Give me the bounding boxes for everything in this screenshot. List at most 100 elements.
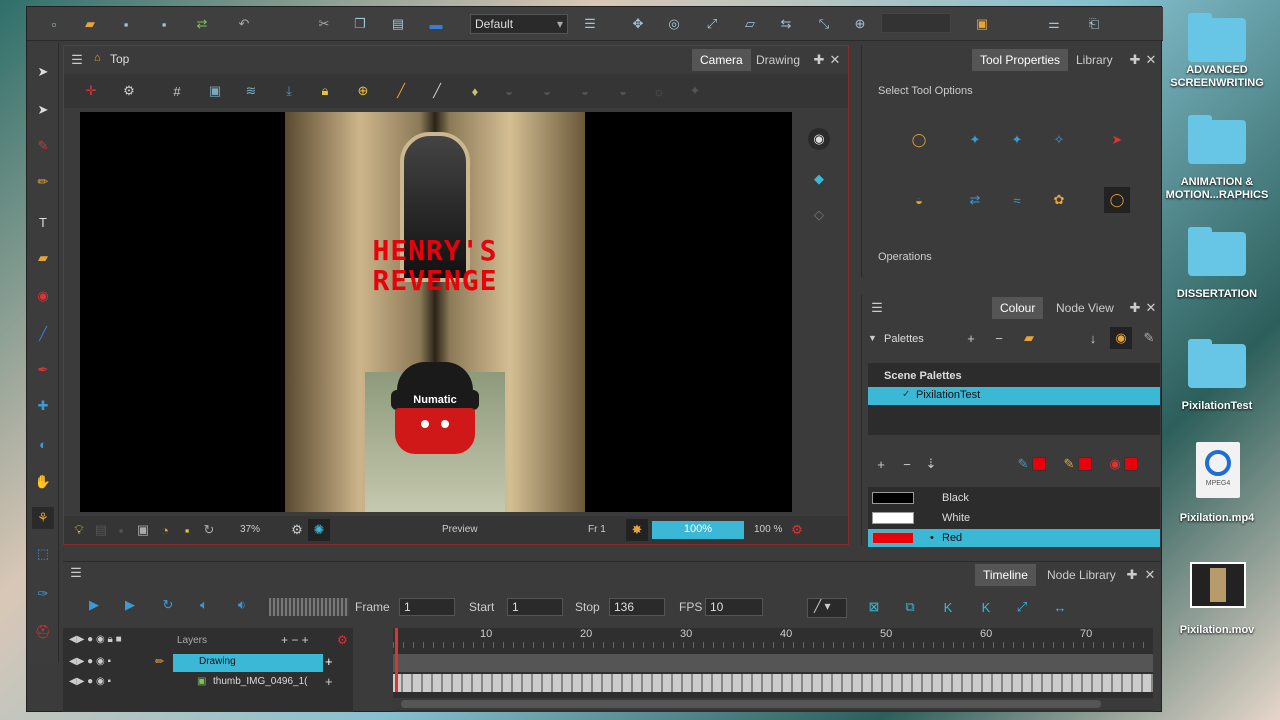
kf-remove-icon[interactable]: K xyxy=(975,596,997,618)
transform-icon[interactable]: ✥ xyxy=(627,13,649,35)
onion-skin-icon[interactable]: ≋ xyxy=(240,80,262,102)
stroke-line-icon[interactable]: ╱ xyxy=(426,80,448,102)
unlock-icon[interactable]: ⊕ xyxy=(352,80,374,102)
camera-mask-icon[interactable]: ▣ xyxy=(132,519,154,541)
brush-mode-icon[interactable]: ◯ xyxy=(1104,187,1130,213)
desktop-item-pixilation-mov[interactable]: Pixilation.mov xyxy=(1162,624,1272,637)
zoom-tool-icon[interactable]: ◐ xyxy=(32,433,54,455)
colour-row-black[interactable]: Black xyxy=(868,489,1160,507)
scale-icon[interactable]: ⤢ xyxy=(701,13,723,35)
frame-ruler[interactable]: 10 20 30 40 50 60 70 xyxy=(393,628,1153,648)
menu-icon[interactable]: ☰ xyxy=(866,297,888,319)
text-icon[interactable]: T xyxy=(32,211,54,233)
paint-bucket-icon[interactable]: ♦ xyxy=(464,80,486,102)
colour-row-white[interactable]: White xyxy=(868,509,1160,527)
folder-icon[interactable] xyxy=(1188,115,1246,164)
collapse-triangle-icon[interactable]: ▼ xyxy=(868,333,877,343)
settings-gear-icon[interactable]: ⚙ xyxy=(118,80,140,102)
pencil-icon[interactable]: ✏ xyxy=(32,171,54,193)
start-input[interactable]: 1 xyxy=(507,598,563,616)
mpeg4-file-icon[interactable]: MPEG4 xyxy=(1196,442,1240,498)
lock-small-icon[interactable]: ▪ xyxy=(176,519,198,541)
reset-rotation-icon[interactable]: ↻ xyxy=(198,519,220,541)
motion-icon[interactable]: ⇆ xyxy=(775,13,797,35)
bone-icon[interactable]: ⛑ xyxy=(32,621,54,643)
brush-colour-icon[interactable]: ✎ xyxy=(1058,453,1080,475)
reset-view-icon[interactable]: ✛ xyxy=(80,80,102,102)
layer-row-drawing[interactable]: ◀▶ ● ◉ ▪ ✏ Drawing + xyxy=(63,654,353,672)
eraser-icon[interactable]: ▰ xyxy=(32,247,54,269)
remove-palette-icon[interactable]: − xyxy=(988,327,1010,349)
snap-point-icon[interactable]: ✦ xyxy=(1006,129,1028,151)
apply-all-icon[interactable]: ◒ xyxy=(908,189,930,211)
select-arrow-icon[interactable]: ➤ xyxy=(32,61,54,83)
pencil-colour-icon[interactable]: ✎ xyxy=(1012,453,1034,475)
workspace-manager-icon[interactable]: ☰ xyxy=(579,13,601,35)
export-icon[interactable]: ⎗ xyxy=(1083,13,1105,35)
desktop-item-animation[interactable]: ANIMATION & MOTION...RAPHICS xyxy=(1162,176,1272,202)
kf-icon[interactable]: K xyxy=(937,596,959,618)
pencil-line-icon[interactable]: ╱ xyxy=(390,80,412,102)
copy-icon[interactable]: ❐ xyxy=(349,13,371,35)
palette-edit-icon[interactable]: ✎ xyxy=(1138,327,1160,349)
eye-icon[interactable]: ◉ xyxy=(808,128,830,150)
close-icon[interactable]: ✕ xyxy=(1140,297,1162,319)
lock-icon[interactable]: 🔒︎ xyxy=(314,80,336,102)
rotate-icon[interactable]: ◎ xyxy=(663,13,685,35)
tab-library[interactable]: Library xyxy=(1068,49,1121,71)
grid-icon[interactable]: # xyxy=(166,80,188,102)
layer-row-thumb[interactable]: ◀▶ ● ◉ ▪ ▣ thumb_IMG_0496_1( + xyxy=(63,674,353,692)
layer-toggles[interactable]: ◀▶ ● ◉ ▪ xyxy=(69,676,111,687)
new-icon[interactable]: ▫ xyxy=(43,13,65,35)
play-icon[interactable]: ▶ xyxy=(83,594,105,616)
add-colour-icon[interactable]: + xyxy=(870,453,892,475)
thumb-layer-track[interactable] xyxy=(393,674,1153,692)
folder-icon[interactable] xyxy=(1188,339,1246,388)
hand-icon[interactable]: ✋ xyxy=(32,471,54,493)
mov-thumbnail-icon[interactable] xyxy=(1190,562,1246,608)
loop-icon[interactable]: ↻ xyxy=(157,594,179,616)
brush-icon[interactable]: ✎ xyxy=(32,135,54,157)
layer-add-icon[interactable]: + xyxy=(325,654,333,669)
layer-visibility-toggles[interactable]: ◀▶ ● ◉ 🔒︎ ■ xyxy=(69,634,122,645)
playhead[interactable] xyxy=(395,628,398,692)
tab-node-library[interactable]: Node Library xyxy=(1039,564,1124,586)
tab-timeline[interactable]: Timeline xyxy=(975,564,1036,586)
skew-icon[interactable]: ▱ xyxy=(739,13,761,35)
sound-icon[interactable]: 🔈︎ xyxy=(193,594,215,616)
layer-options-icon[interactable]: ⚙ xyxy=(337,633,348,647)
render-icon[interactable]: ✺ xyxy=(308,519,330,541)
line-icon[interactable]: ╱ xyxy=(32,323,54,345)
desktop-item-pixilation-mp4[interactable]: Pixilation.mp4 xyxy=(1162,512,1272,525)
lasso-icon[interactable]: ◯ xyxy=(908,129,930,151)
ruler-icon[interactable]: ▬ xyxy=(425,13,447,35)
playback-speed-slider[interactable] xyxy=(269,598,349,616)
flip-icon[interactable]: ⇄ xyxy=(964,189,986,211)
toolbar-dropdown[interactable] xyxy=(881,13,951,33)
undo-icon[interactable]: ↶ xyxy=(233,13,255,35)
timeline-scrollbar[interactable] xyxy=(393,698,1153,710)
camera-canvas[interactable]: HENRY'S REVENGE Numatic ◉ ◆ ◇ xyxy=(80,112,838,512)
folder-icon[interactable] xyxy=(1188,13,1246,62)
tab-node-view[interactable]: Node View xyxy=(1048,297,1122,319)
add-keyframe-icon[interactable]: ⊠ xyxy=(863,596,885,618)
breadcrumb[interactable]: Top xyxy=(110,52,129,66)
fps-input[interactable]: 10 xyxy=(705,598,763,616)
layer-add-remove-icon[interactable]: + − + xyxy=(281,633,309,647)
ease-icon[interactable]: ⤢ xyxy=(1011,596,1033,618)
tab-drawing[interactable]: Drawing xyxy=(748,49,808,71)
add-palette-icon[interactable]: + xyxy=(960,327,982,349)
menu-icon[interactable]: ☰ xyxy=(66,49,88,71)
drawing-layer-track[interactable] xyxy=(393,654,1153,672)
paint-icon[interactable]: ◉ xyxy=(32,285,54,307)
layer-toggles[interactable]: ◀▶ ● ◉ ▪ xyxy=(69,656,111,667)
colour-fill-icon[interactable]: ✿ xyxy=(1048,189,1070,211)
palette-brush-icon[interactable]: ◉ xyxy=(1110,327,1132,349)
paint-colour-icon[interactable]: ◉ xyxy=(1104,453,1126,475)
workspace-select[interactable]: Default ▾ xyxy=(470,14,568,34)
tab-camera[interactable]: Camera xyxy=(692,49,751,71)
sliders-icon[interactable]: ⚌ xyxy=(1043,13,1065,35)
sound-scrub-icon[interactable]: 🔉︎ xyxy=(231,594,253,616)
interpolation-select[interactable]: ╱ ▾ xyxy=(807,598,847,618)
pivot-tool-icon[interactable]: ✚ xyxy=(32,395,54,417)
